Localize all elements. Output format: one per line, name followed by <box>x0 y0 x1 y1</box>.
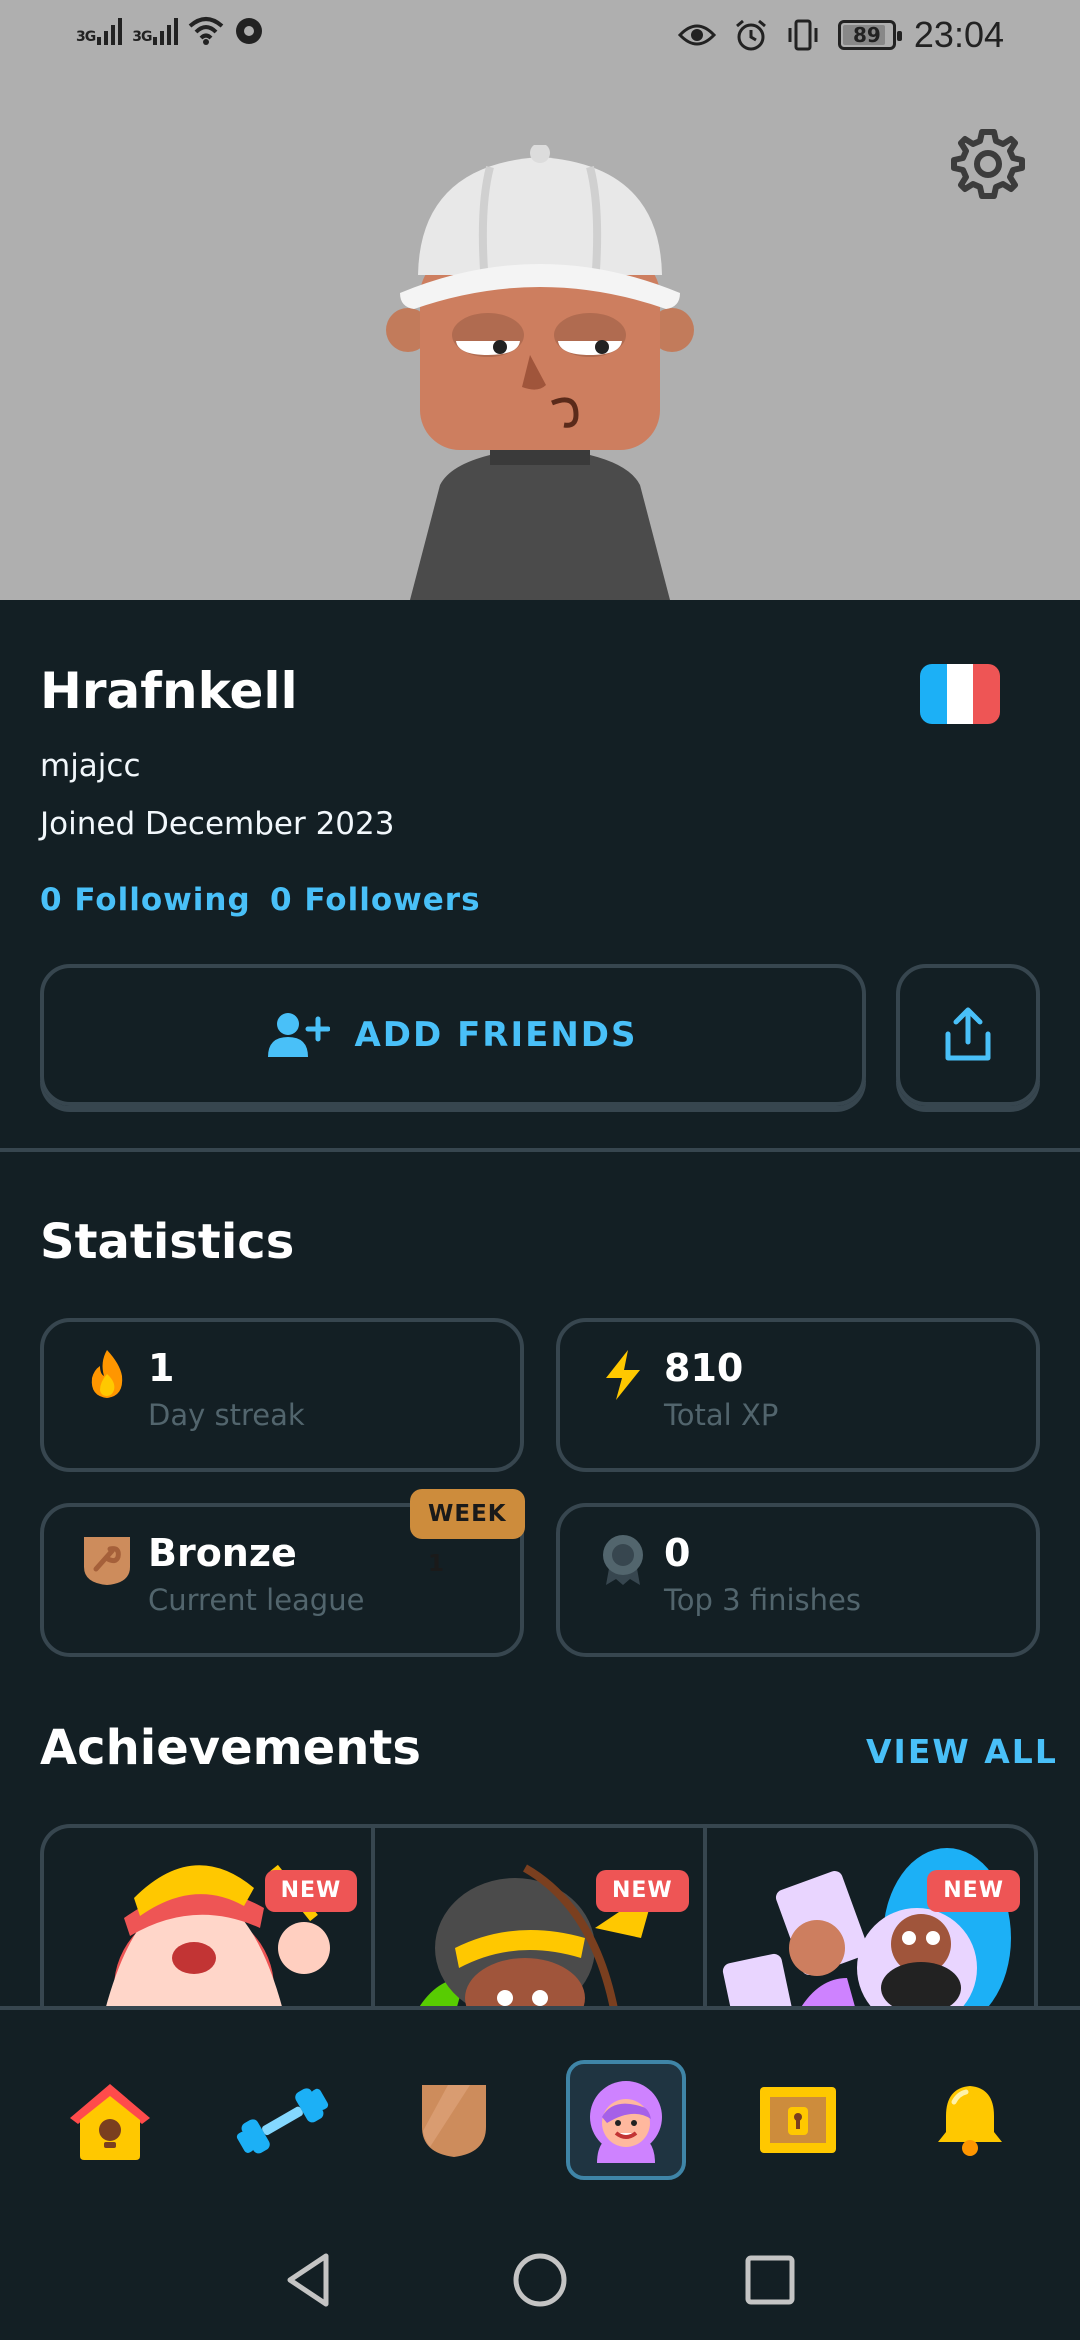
home-nav-icon[interactable] <box>510 2250 570 2310</box>
nav-notifications[interactable] <box>910 2060 1030 2180</box>
gear-icon[interactable] <box>950 126 1026 202</box>
stat-card-streak: 1 Day streak <box>40 1318 524 1472</box>
achievement-item[interactable]: NEW <box>707 1828 1034 2010</box>
followers-link[interactable]: 0 Followers <box>270 882 481 918</box>
week-badge: WEEK 1 <box>410 1489 525 1577</box>
top3-label: Top 3 finishes <box>664 1583 861 1617</box>
nav-leagues[interactable] <box>394 2060 514 2180</box>
medal-icon <box>603 1535 643 1585</box>
home-icon <box>70 2084 150 2160</box>
nav-shop[interactable] <box>738 2060 858 2180</box>
league-label: Current league <box>148 1583 365 1617</box>
nav-practice[interactable] <box>222 2060 342 2180</box>
join-date: Joined December 2023 <box>40 806 395 842</box>
achievement-item[interactable]: NEW <box>375 1828 707 2010</box>
clock: 23:04 <box>913 14 1004 55</box>
share-icon <box>945 1007 991 1061</box>
bell-icon <box>938 2086 1002 2156</box>
vibrate-icon <box>788 19 818 51</box>
achievements-strip: NEW NEW NEW <box>40 1824 1038 2010</box>
achievement-item[interactable]: NEW <box>44 1828 376 2010</box>
add-friends-label: ADD FRIENDS <box>354 1015 638 1055</box>
share-button[interactable] <box>896 964 1040 1106</box>
lightning-icon <box>606 1350 640 1400</box>
signal-2: 3G <box>132 17 179 45</box>
new-badge: NEW <box>595 1870 689 1912</box>
achievement-illustration-archer <box>417 1864 656 2010</box>
alarm-icon <box>735 19 766 51</box>
following-link[interactable]: 0 Following <box>40 882 251 918</box>
nav-profile[interactable] <box>566 2060 686 2180</box>
stat-card-top3: 0 Top 3 finishes <box>556 1503 1040 1657</box>
statistics-title: Statistics <box>40 1214 295 1270</box>
league-shield-icon <box>422 2085 486 2157</box>
recents-nav-icon[interactable] <box>740 2250 800 2310</box>
streak-value: 1 <box>148 1346 175 1390</box>
achievement-illustration-strongman <box>105 1864 330 2010</box>
dumbbell-icon <box>236 2088 329 2154</box>
section-divider <box>0 1148 1080 1152</box>
view-all-link[interactable]: VIEW ALL <box>866 1732 1058 1771</box>
top3-value: 0 <box>664 1531 691 1575</box>
signal-1: 3G <box>76 17 123 45</box>
bottom-navigation <box>0 2006 1080 2340</box>
back-nav-icon[interactable] <box>280 2250 340 2310</box>
stat-card-xp: 810 Total XP <box>556 1318 1040 1472</box>
stat-card-league[interactable]: WEEK 1 Bronze Current league <box>40 1489 525 1657</box>
add-user-icon <box>268 1013 331 1057</box>
add-friends-button[interactable]: ADD FRIENDS <box>40 964 866 1106</box>
status-bar: 3G 3G 89 23:04 <box>0 0 1080 72</box>
xp-value: 810 <box>664 1346 744 1390</box>
battery-indicator: 89 <box>837 20 902 50</box>
new-badge: NEW <box>264 1870 358 1912</box>
username: mjajcc <box>40 748 141 784</box>
display-name: Hrafnkell <box>40 662 298 720</box>
bronze-league-icon <box>84 1537 130 1585</box>
nav-home[interactable] <box>50 2060 170 2180</box>
chrome-icon <box>236 18 263 44</box>
achievement-illustration-cards <box>722 1848 1011 2010</box>
streak-label: Day streak <box>148 1398 305 1432</box>
achievements-title: Achievements <box>40 1720 421 1776</box>
avatar-illustration <box>386 145 694 600</box>
wifi-icon <box>189 17 224 45</box>
course-flag-icon[interactable] <box>920 664 1000 724</box>
new-badge: NEW <box>927 1870 1020 1912</box>
profile-icon <box>590 2081 662 2163</box>
treasure-chest-icon <box>760 2087 836 2153</box>
profile-header: 3G 3G 89 23:04 <box>0 0 1080 600</box>
fire-icon <box>91 1350 123 1398</box>
league-value: Bronze <box>148 1531 297 1575</box>
xp-label: Total XP <box>664 1398 779 1432</box>
eye-icon <box>677 24 716 46</box>
